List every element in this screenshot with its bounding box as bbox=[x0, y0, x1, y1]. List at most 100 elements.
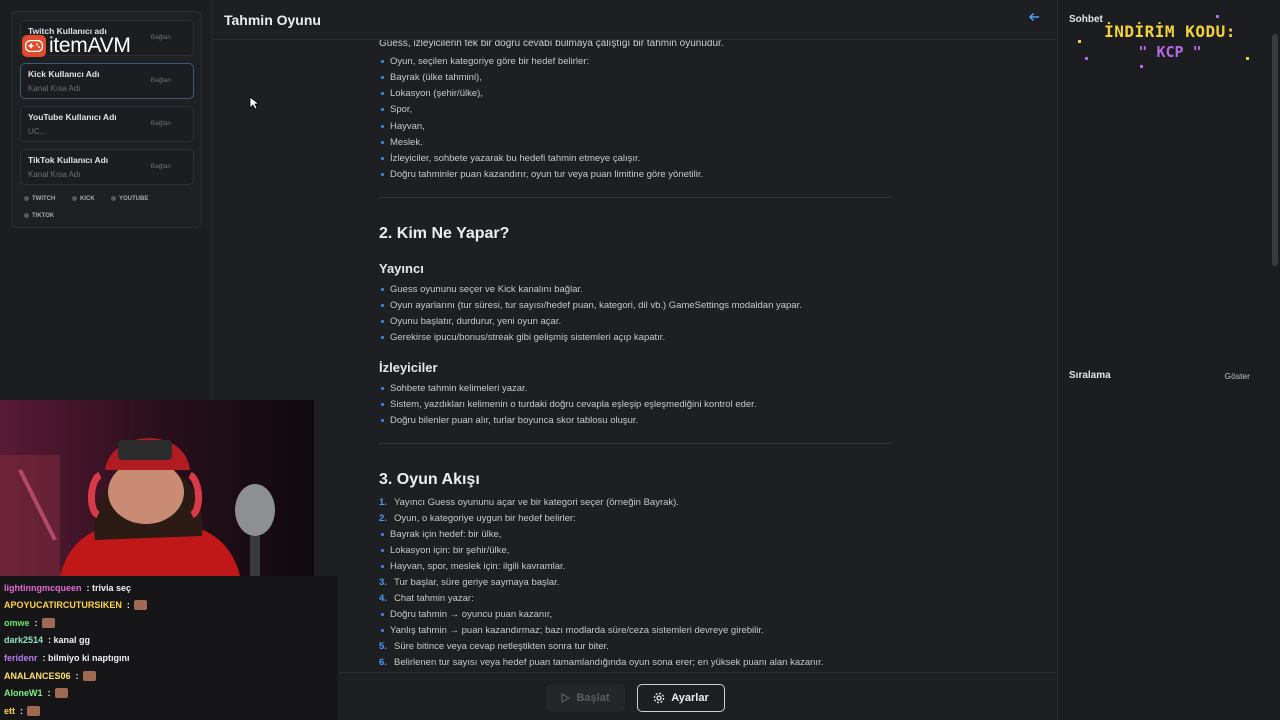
chat-message: ett: bbox=[4, 702, 40, 719]
ranking-show-button[interactable]: Göster bbox=[1224, 371, 1250, 381]
emote-icon bbox=[133, 600, 147, 611]
chip-tiktok[interactable]: TIKTOK bbox=[24, 210, 54, 221]
scrollbar-thumb[interactable] bbox=[1272, 34, 1278, 266]
chat-username[interactable]: AloneW1 bbox=[4, 688, 43, 698]
tiktok-account-field[interactable]: TikTok Kullanıcı Adı Kanal Kısa Adı Bağl… bbox=[20, 149, 194, 185]
back-arrow-icon[interactable] bbox=[1028, 11, 1042, 25]
ranking-title: Sıralama bbox=[1069, 370, 1111, 381]
settings-label: Ayarlar bbox=[671, 692, 709, 704]
section-heading: 2. Kim Ne Yapar? bbox=[379, 225, 510, 242]
action-bar: Başlat Ayarlar bbox=[213, 672, 1056, 720]
sparkle-icon bbox=[1140, 65, 1143, 68]
divider bbox=[379, 197, 892, 198]
emote-icon bbox=[41, 617, 55, 628]
flow-step: 6. Belirlenen tur sayısı veya hedef puan … bbox=[379, 657, 823, 668]
chip-twitch[interactable]: TWITCH bbox=[24, 193, 55, 204]
page-title: Tahmin Oyunu bbox=[224, 12, 321, 28]
chat-message: lightinngmcqueen: trivia seç bbox=[4, 579, 131, 596]
list-item: Hayvan, bbox=[381, 121, 425, 132]
chat-message: dark2514: kanal gg bbox=[4, 632, 90, 649]
list-item: Oyun ayarlarını (tur süresi, tur sayısı/… bbox=[381, 300, 802, 311]
chip-kick[interactable]: KICK bbox=[72, 193, 95, 204]
status-dot-icon bbox=[24, 196, 29, 201]
sparkle-icon bbox=[1216, 15, 1219, 18]
list-item: Lokasyon (şehir/ülke), bbox=[381, 88, 483, 99]
step-number: 2. bbox=[379, 513, 387, 524]
youtube-account-field[interactable]: YouTube Kullanıcı Adı UC... Bağlan bbox=[20, 106, 194, 142]
play-icon bbox=[561, 693, 571, 703]
chat-username[interactable]: omwe bbox=[4, 618, 30, 628]
subsection-heading: Yayıncı bbox=[379, 261, 424, 276]
webcam-feed bbox=[0, 400, 314, 576]
step-text: Chat tahmin yazar: bbox=[394, 593, 474, 604]
twitch-connect-button[interactable]: Bağlan bbox=[151, 34, 171, 41]
rules-content: Guess, izleyicilerin tek bir doğru cevab… bbox=[379, 40, 892, 672]
stream-chat-overlay: lightinngmcqueen: trivia seç APOYUCATIRCU… bbox=[0, 576, 338, 720]
chat-username[interactable]: lightinngmcqueen bbox=[4, 583, 82, 593]
chat-text: : bilmiyo ki naptıgını bbox=[42, 652, 130, 663]
tiktok-connect-button[interactable]: Bağlan bbox=[151, 163, 171, 170]
flow-step: 1. Yayıncı Guess oyununu açar ve bir kate… bbox=[379, 497, 679, 508]
sparkle-icon bbox=[1085, 57, 1088, 60]
list-item: Sistem, yazdıkları kelimenin o turdaki d… bbox=[380, 399, 757, 410]
chat-text: : bbox=[47, 688, 51, 699]
chip-youtube[interactable]: YOUTUBE bbox=[111, 193, 148, 204]
kick-connect-button[interactable]: Bağlan bbox=[151, 77, 171, 84]
chat-username[interactable]: ANALANCES06 bbox=[4, 671, 71, 681]
start-button[interactable]: Başlat bbox=[546, 684, 625, 712]
chat-text: : bbox=[126, 600, 130, 611]
chip-label: YOUTUBE bbox=[119, 195, 149, 202]
step-text: Oyun, o kategoriye uygun bir hedef belir… bbox=[394, 513, 576, 524]
step-text: Belirlenen tur sayısı veya hedef puan ta… bbox=[394, 657, 824, 668]
chat-username[interactable]: dark2514 bbox=[4, 635, 43, 645]
status-dot-icon bbox=[72, 196, 77, 201]
chip-label: TIKTOK bbox=[32, 212, 55, 219]
chat-message: APOYUCATIRCUTURSIKEN: bbox=[4, 597, 147, 614]
flow-step: 4. Chat tahmin yazar: bbox=[379, 593, 474, 604]
youtube-input[interactable]: UC... bbox=[28, 127, 46, 136]
step-number: 5. bbox=[379, 641, 387, 652]
tiktok-label: TikTok Kullanıcı Adı bbox=[28, 155, 109, 165]
kick-label: Kick Kullanıcı Adı bbox=[28, 69, 100, 79]
chat-text: : bbox=[34, 617, 38, 628]
chat-text: : bbox=[75, 670, 79, 681]
chat-message: AloneW1: bbox=[4, 685, 68, 702]
status-dot-icon bbox=[111, 196, 116, 201]
section-heading: 3. Oyun Akışı bbox=[379, 471, 480, 488]
list-item: Bayrak (ülke tahmini), bbox=[381, 72, 482, 83]
list-item: Guess oyununu seçer ve Kick kanalını bağ… bbox=[381, 284, 583, 295]
kick-account-field[interactable]: Kick Kullanıcı Adı Kanal Kısa Adı Bağlan bbox=[20, 63, 194, 99]
status-dot-icon bbox=[24, 213, 29, 218]
divider bbox=[379, 443, 892, 444]
settings-button[interactable]: Ayarlar bbox=[637, 684, 725, 712]
list-item: Meslek. bbox=[381, 137, 423, 148]
chat-message: ANALANCES06: bbox=[4, 667, 96, 684]
chat-username[interactable]: feridenr bbox=[4, 653, 38, 663]
tiktok-input[interactable]: Kanal Kısa Adı bbox=[28, 170, 80, 179]
intro-text: Guess, izleyicilerin tek bir doğru cevab… bbox=[379, 40, 724, 49]
emote-icon bbox=[82, 670, 96, 681]
kick-input[interactable]: Kanal Kısa Adı bbox=[28, 84, 80, 93]
chat-title: Sohbet bbox=[1069, 14, 1103, 25]
chat-text: : bbox=[20, 705, 23, 716]
chat-username[interactable]: APOYUCATIRCUTURSIKEN bbox=[4, 600, 122, 610]
step-text: Yayıncı Guess oyununu açar ve bir katego… bbox=[394, 497, 679, 508]
promo-code-overlay: İNDİRİM KODU: " KCP " bbox=[1100, 22, 1240, 61]
chat-username[interactable]: ett bbox=[4, 706, 15, 716]
list-item: Sohbete tahmin kelimeleri yazar. bbox=[380, 383, 528, 394]
step-number: 3. bbox=[379, 577, 387, 588]
chip-label: KICK bbox=[80, 195, 95, 202]
flow-substep: Lokasyon için: bir şehir/ülke, bbox=[380, 545, 510, 556]
main-header: Tahmin Oyunu bbox=[213, 0, 1056, 40]
chip-label: TWITCH bbox=[32, 195, 56, 202]
gear-icon bbox=[653, 692, 665, 704]
step-number: 1. bbox=[379, 497, 387, 508]
list-item: İzleyiciler, sohbete yazarak bu hedefi t… bbox=[380, 153, 641, 164]
gamepad-icon bbox=[22, 35, 46, 57]
youtube-connect-button[interactable]: Bağlan bbox=[151, 120, 171, 127]
youtube-label: YouTube Kullanıcı Adı bbox=[28, 112, 117, 122]
emote-icon bbox=[27, 705, 40, 716]
flow-step: 2. Oyun, o kategoriye uygun bir hedef bel… bbox=[379, 513, 576, 524]
mouse-cursor-icon bbox=[249, 96, 261, 115]
list-item: Oyun, seçilen kategoriye göre bir hedef … bbox=[380, 56, 590, 67]
